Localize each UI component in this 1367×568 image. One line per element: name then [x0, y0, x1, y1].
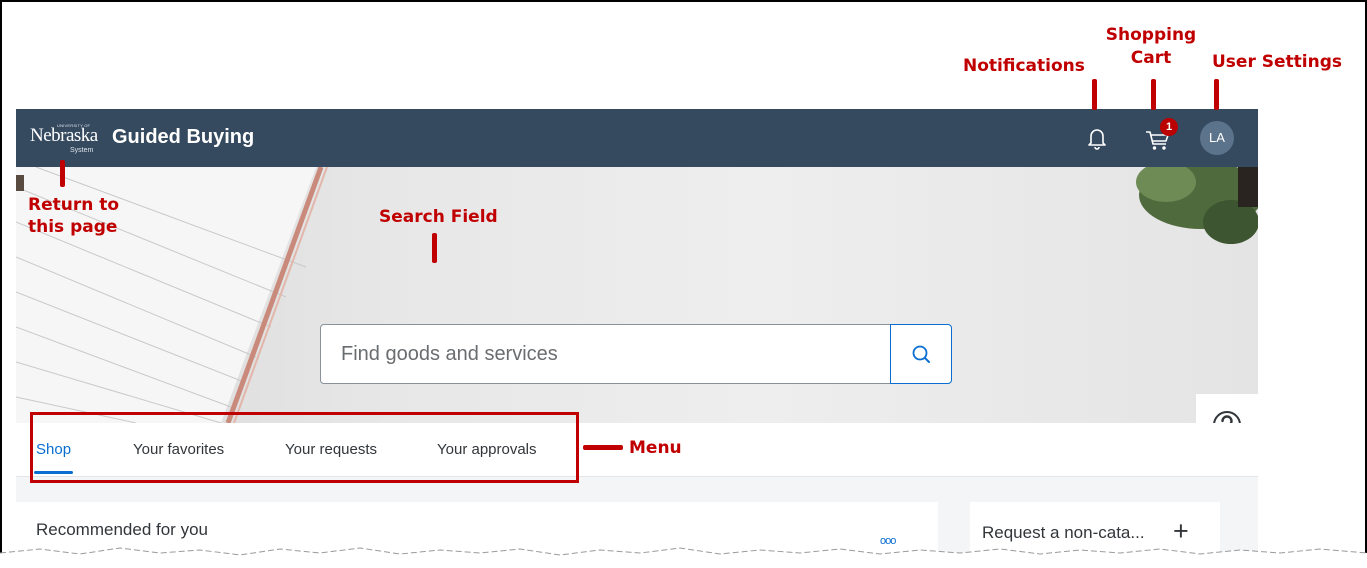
annotation-menu-box	[30, 412, 579, 483]
annotation-search-pointer	[432, 233, 437, 263]
logo-wordmark: Nebraska	[30, 125, 98, 146]
annotation-return-line1: Return to	[28, 195, 120, 215]
annotation-menu-pointer	[583, 445, 623, 450]
nebraska-logo[interactable]: UNIVERSITY OF Nebraska System	[30, 123, 110, 155]
annotation-notifications-pointer	[1092, 79, 1097, 110]
annotation-return-line2: this page	[28, 217, 118, 237]
hero-background-image	[16, 167, 1258, 423]
request-non-catalog-title: Request a non-cata...	[982, 523, 1145, 542]
app-title: Guided Buying	[112, 126, 255, 148]
annotation-user-settings: User Settings	[1212, 52, 1342, 72]
user-avatar[interactable]: LA	[1200, 121, 1234, 155]
search-input[interactable]	[321, 325, 890, 383]
guided-buying-app: UNIVERSITY OF Nebraska System Guided Buy…	[16, 109, 1258, 568]
annotation-return-pointer	[60, 160, 65, 187]
annotation-menu: Menu	[629, 438, 682, 458]
search-field[interactable]	[320, 324, 891, 384]
bell-icon	[1088, 129, 1106, 150]
help-button[interactable]	[1196, 394, 1258, 423]
notifications-button[interactable]	[1085, 126, 1109, 150]
recommended-title: Recommended for you	[36, 520, 208, 539]
cart-count-badge: 1	[1160, 118, 1178, 136]
help-icon	[1213, 411, 1241, 423]
shell-bar: UNIVERSITY OF Nebraska System Guided Buy…	[16, 109, 1258, 167]
annotation-search-field: Search Field	[379, 207, 498, 227]
annotation-shopping-cart-line2: Cart	[1130, 48, 1172, 68]
annotation-notifications: Notifications	[963, 56, 1085, 76]
hero-banner	[16, 167, 1258, 423]
annotation-cart-pointer	[1151, 79, 1156, 110]
annotation-user-settings-pointer	[1214, 79, 1219, 110]
search-button[interactable]	[890, 324, 952, 384]
annotation-shopping-cart-line1: Shopping	[1105, 25, 1197, 45]
logo-system-text: System	[70, 147, 94, 154]
search-icon	[912, 345, 930, 363]
torn-edge-decoration	[0, 547, 1367, 568]
